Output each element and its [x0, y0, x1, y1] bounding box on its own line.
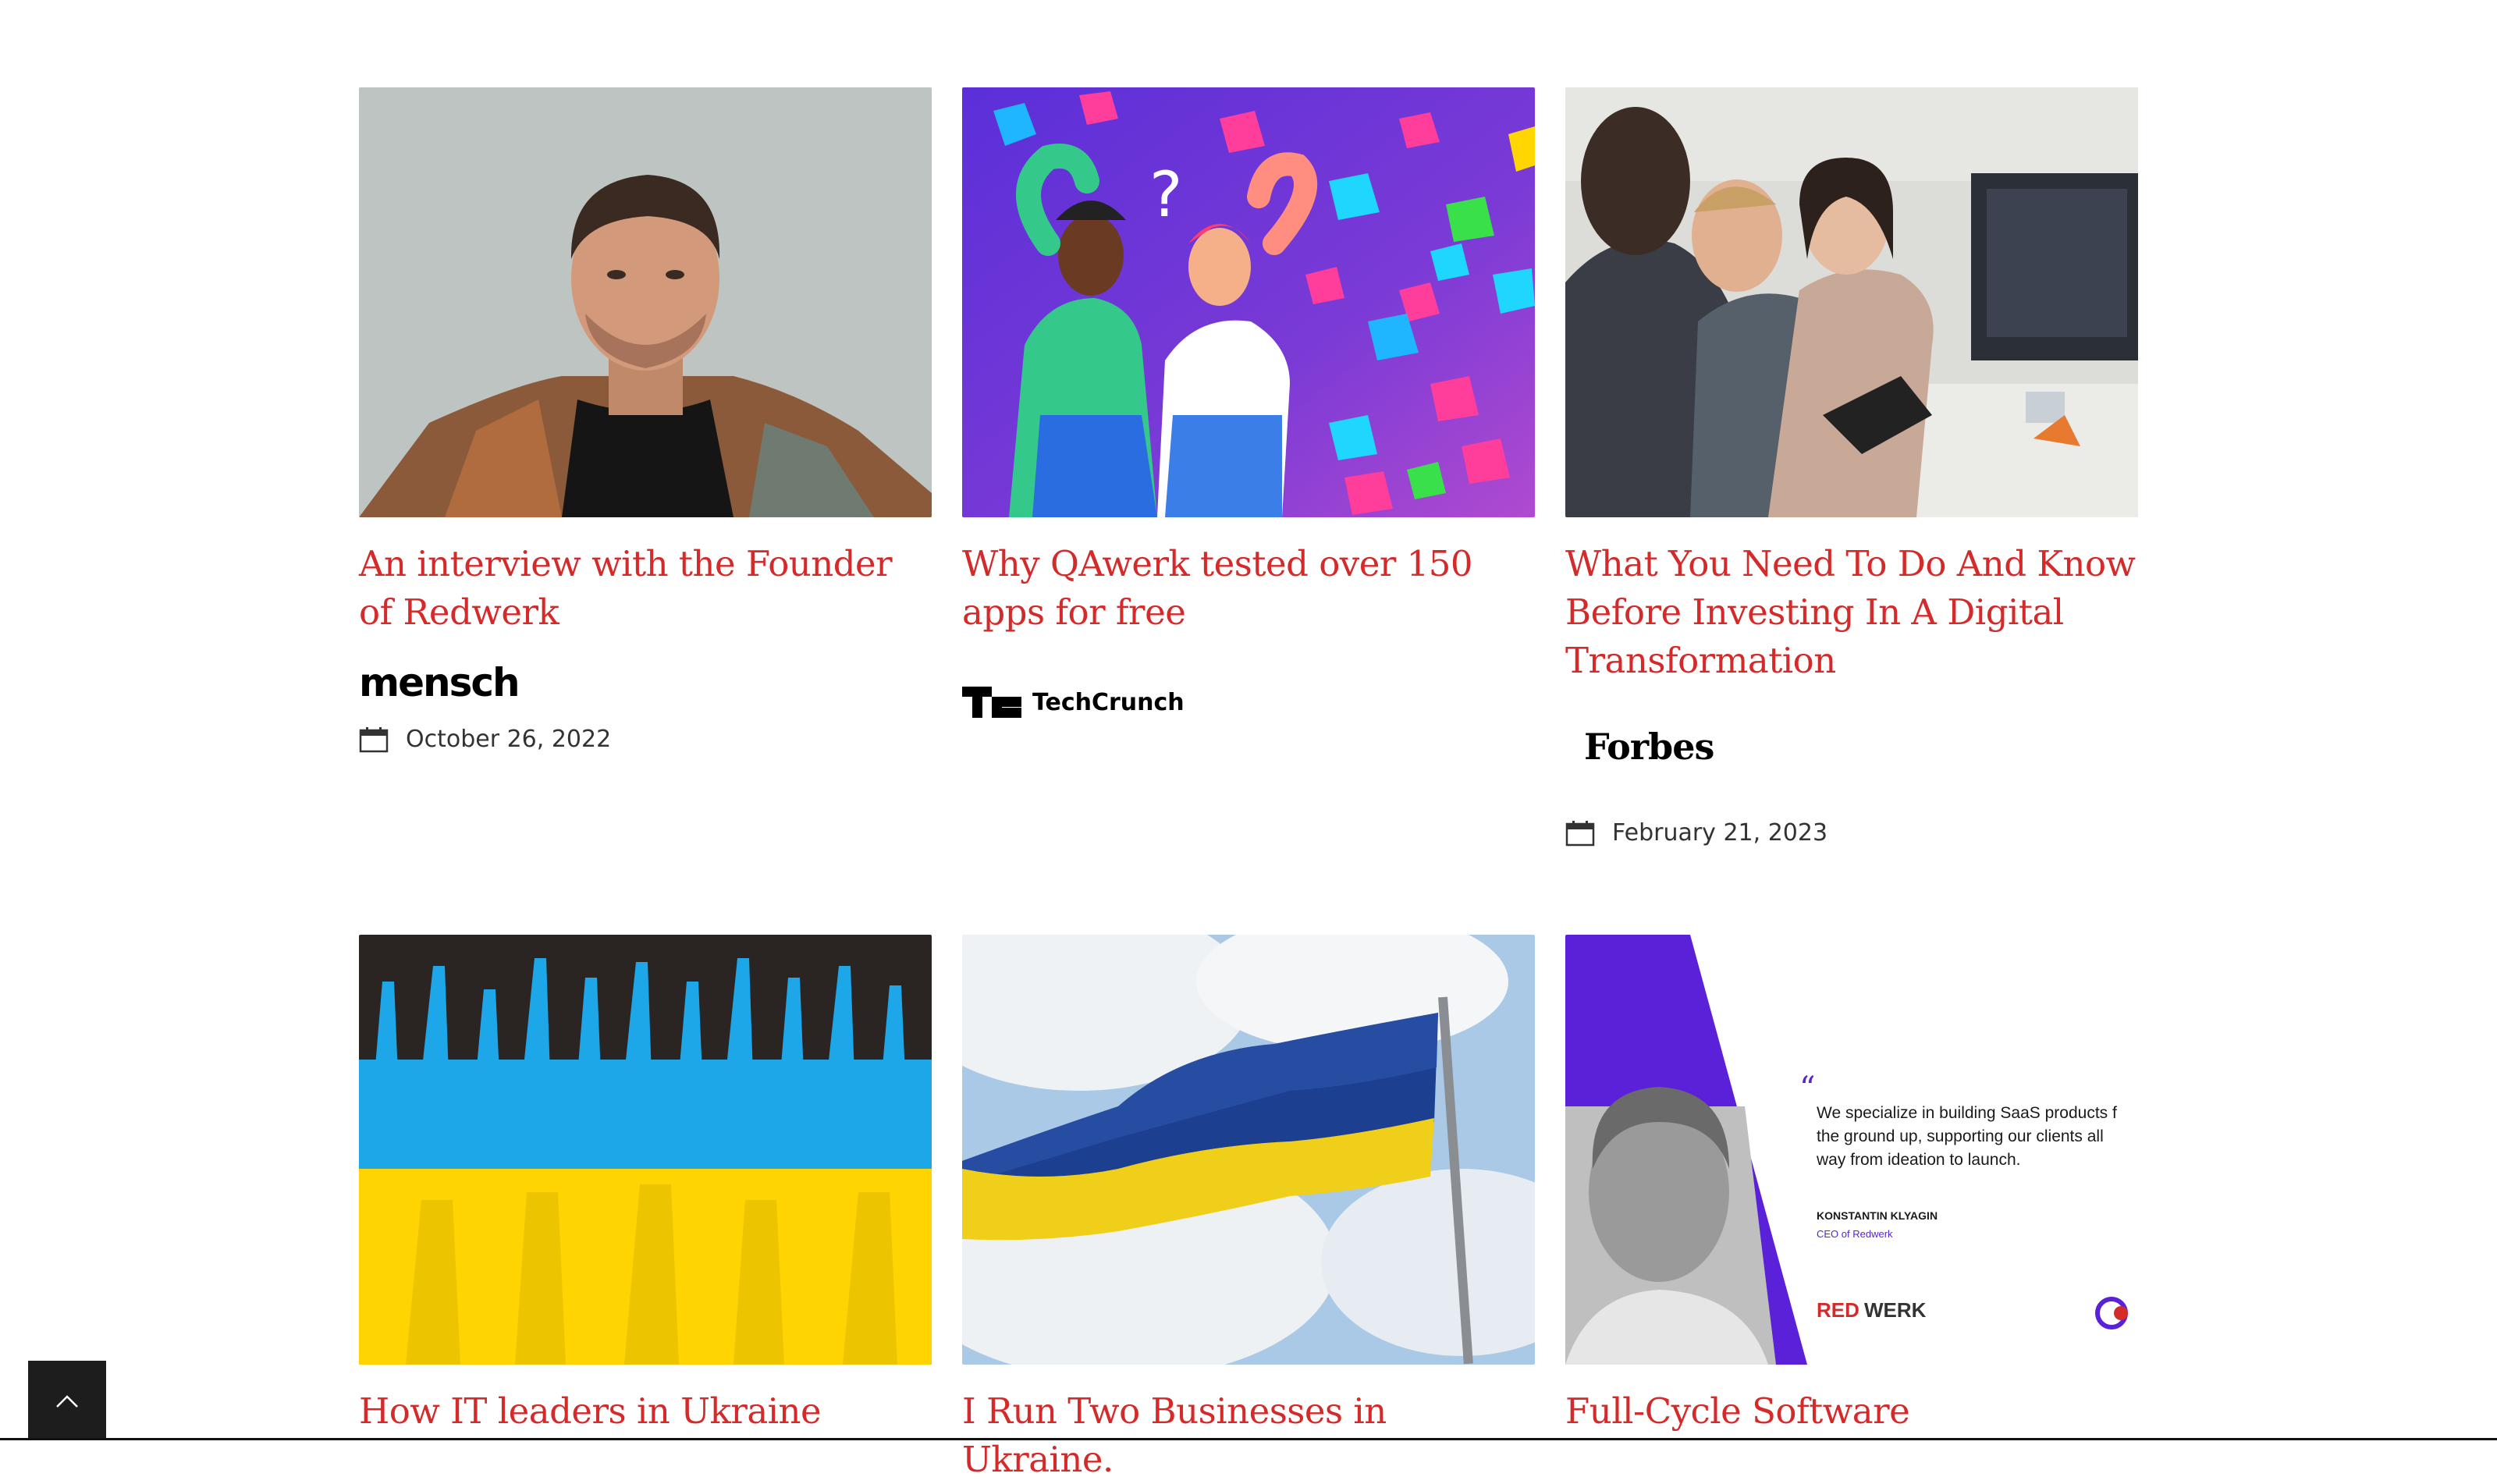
quote-person-role: CEO of Redwerk	[1817, 1228, 1893, 1240]
source-logo-forbes: Forbes	[1584, 726, 1714, 768]
svg-text:“: “	[1799, 1070, 1815, 1106]
calendar-icon	[359, 726, 389, 752]
scroll-to-top-button[interactable]	[28, 1361, 106, 1440]
article-thumbnail-ukraine-hands[interactable]	[359, 935, 932, 1365]
article-thumbnail-ukraine-flag[interactable]	[962, 935, 1535, 1365]
quote-person-name: KONSTANTIN KLYAGIN	[1817, 1209, 1938, 1222]
article-card[interactable]: ? Why QAwerk tested over 150 apps for fr…	[962, 87, 1535, 718]
article-title[interactable]: What You Need To Do And Know Before Inve…	[1565, 540, 2138, 685]
date-text: February 21, 2023	[1612, 819, 1828, 847]
article-card[interactable]: How IT leaders in Ukraine	[359, 935, 932, 1432]
quote-line-3: way from ideation to launch.	[1816, 1151, 2020, 1169]
mensch-logo: mensch	[359, 660, 520, 705]
redwerk-brand-red: RED	[1817, 1298, 1859, 1322]
article-card[interactable]: I Run Two Businesses in Ukraine.	[962, 935, 1535, 1480]
article-card[interactable]: An interview with the Founder of Redwerk…	[359, 87, 932, 753]
chevron-up-icon	[56, 1395, 78, 1408]
article-thumbnail-office-team[interactable]	[1565, 87, 2138, 517]
article-date: October 26, 2022	[359, 726, 611, 753]
article-card[interactable]: What You Need To Do And Know Before Inve…	[1565, 87, 2138, 847]
article-title[interactable]: I Run Two Businesses in Ukraine.	[962, 1387, 1535, 1484]
article-card[interactable]: “ We specialize in building SaaS product…	[1565, 935, 2138, 1432]
redwerk-brand-dark: WERK	[1864, 1298, 1927, 1322]
article-thumbnail-founder-portrait[interactable]	[359, 87, 932, 517]
techcrunch-icon	[962, 687, 1021, 718]
article-title[interactable]: Full-Cycle Software	[1565, 1387, 2138, 1436]
svg-text:?: ?	[1149, 158, 1182, 231]
article-thumbnail-redwerk-quote[interactable]: “ We specialize in building SaaS product…	[1565, 935, 2138, 1365]
quote-line-2: the ground up, supporting our clients al…	[1817, 1127, 2104, 1145]
article-title[interactable]: Why QAwerk tested over 150 apps for free	[962, 540, 1535, 637]
article-title[interactable]: An interview with the Founder of Redwerk	[359, 540, 932, 637]
source-logo-mensch: mensch	[359, 660, 520, 705]
techcrunch-wordmark: TechCrunch	[1032, 688, 1185, 716]
date-text: October 26, 2022	[406, 726, 612, 753]
forbes-logo: Forbes	[1584, 726, 1714, 768]
article-thumbnail-qa-illustration[interactable]: ?	[962, 87, 1535, 517]
article-title[interactable]: How IT leaders in Ukraine	[359, 1387, 932, 1436]
calendar-icon	[1565, 820, 1595, 846]
source-logo-techcrunch: TechCrunch	[962, 687, 1185, 718]
article-date: February 21, 2023	[1565, 819, 1827, 847]
quote-line-1: We specialize in building SaaS products …	[1817, 1104, 2117, 1122]
